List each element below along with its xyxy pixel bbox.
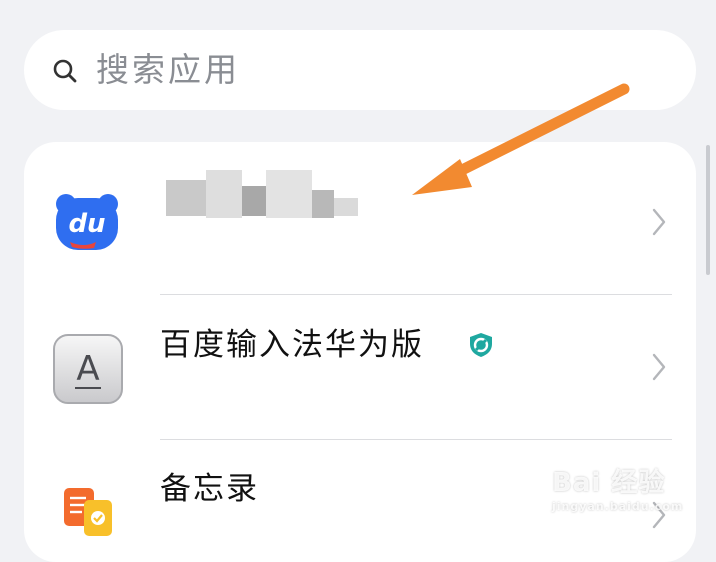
input-method-a-icon: A <box>53 334 123 404</box>
scrollbar[interactable] <box>706 145 710 275</box>
app-row-baidu-input[interactable] <box>24 295 696 439</box>
memo-icon <box>64 488 112 536</box>
verified-shield-icon <box>470 333 492 357</box>
app-name-baidu-input: 百度输入法华为版 <box>160 327 424 363</box>
baidu-jingyan-watermark: Bai 经验 jingyan.baidu.com <box>552 468 684 513</box>
svg-text:du: du <box>68 209 105 239</box>
baidu-du-icon: du <box>56 194 118 250</box>
search-icon <box>53 59 77 83</box>
search-input[interactable]: 搜索应用 <box>96 48 240 92</box>
annotation-arrow <box>412 83 630 195</box>
svg-text:A: A <box>76 349 99 389</box>
chevron-right-icon <box>652 353 666 381</box>
app-name-memo: 备忘录 <box>160 471 259 507</box>
chevron-right-icon <box>652 208 666 236</box>
